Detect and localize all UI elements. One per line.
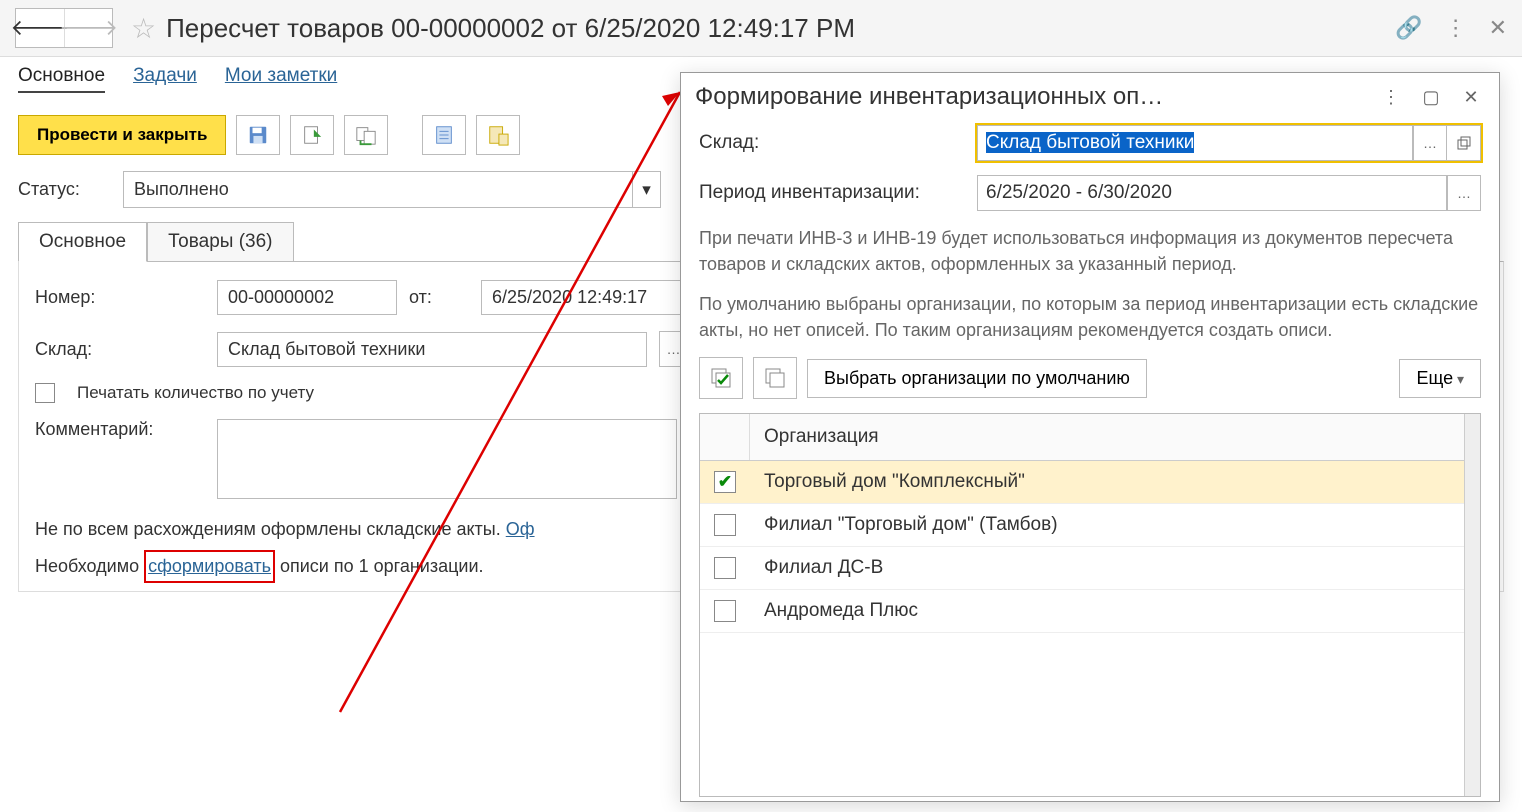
org-name: Филиал "Торговый дом" (Тамбов) (750, 514, 1464, 536)
status-field[interactable]: Выполнено (123, 171, 633, 208)
warehouse-field[interactable]: Склад бытовой техники (217, 332, 647, 367)
org-name: Андромеда Плюс (750, 600, 1464, 622)
warehouse-label: Склад: (35, 339, 205, 360)
popup-period-label: Период инвентаризации: (699, 182, 969, 204)
doc-flow-icon-button[interactable] (344, 115, 388, 155)
table-row[interactable]: Филиал "Торговый дом" (Тамбов) (700, 504, 1464, 547)
vertical-scrollbar[interactable] (1464, 414, 1480, 796)
popup-warehouse-value: Склад бытовой техники (986, 132, 1194, 153)
popup-maximize-icon[interactable]: ▢ (1417, 83, 1445, 111)
kebab-menu-icon[interactable]: ⋮ (1445, 15, 1467, 41)
table-row[interactable]: Андромеда Плюс (700, 590, 1464, 633)
popup-desc-2: По умолчанию выбраны организации, по кот… (699, 291, 1481, 343)
tab-goods[interactable]: Товары (36) (147, 222, 293, 262)
forward-button[interactable]: 🡒 (64, 9, 112, 47)
popup-close-icon[interactable]: ✕ (1457, 83, 1485, 111)
notice-line2-pre: Необходимо (35, 556, 144, 576)
popup-warehouse-open-button[interactable] (1447, 125, 1481, 161)
popup-desc-1: При печати ИНВ-3 и ИНВ-19 будет использо… (699, 225, 1481, 277)
org-table-header: Организация (700, 414, 1464, 461)
number-field[interactable]: 00-00000002 (217, 280, 397, 315)
nav-tasks[interactable]: Задачи (133, 65, 197, 87)
popup-warehouse-select-button[interactable]: … (1413, 125, 1447, 161)
back-button[interactable]: 🡐 (16, 9, 64, 47)
number-label: Номер: (35, 287, 205, 308)
nav-main[interactable]: Основное (18, 65, 105, 93)
check-all-button[interactable] (699, 357, 743, 399)
date-label: от: (409, 287, 469, 308)
comment-label: Комментарий: (35, 419, 205, 440)
uncheck-all-button[interactable] (753, 357, 797, 399)
close-icon[interactable]: ✕ (1489, 15, 1507, 41)
org-name: Филиал ДС-В (750, 557, 1464, 579)
notice-line1: Не по всем расхождениям оформлены складс… (35, 519, 506, 539)
warehouse-doc-icon-button[interactable] (476, 115, 520, 155)
status-dropdown-button[interactable]: ▾ (633, 171, 661, 208)
status-label: Статус: (18, 179, 113, 200)
popup-period-select-button[interactable]: … (1447, 175, 1481, 211)
popup-toolbar: Выбрать организации по умолчанию Еще (699, 357, 1481, 399)
popup-kebab-icon[interactable]: ⋮ (1377, 83, 1405, 111)
form-link[interactable]: сформировать (148, 556, 271, 576)
favorite-star-icon[interactable]: ☆ (131, 12, 156, 45)
page-title: Пересчет товаров 00-00000002 от 6/25/202… (166, 13, 1395, 44)
popup-title: Формирование инвентаризационных оп… (695, 83, 1365, 111)
table-row[interactable]: ✔ Торговый дом "Комплексный" (700, 461, 1464, 504)
nav-notes[interactable]: Мои заметки (225, 65, 337, 87)
select-default-orgs-button[interactable]: Выбрать организации по умолчанию (807, 359, 1147, 398)
print-qty-label: Печатать количество по учету (77, 383, 314, 403)
popup-header: Формирование инвентаризационных оп… ⋮ ▢ … (681, 73, 1499, 121)
popup-warehouse-field[interactable]: Склад бытовой техники (977, 125, 1413, 161)
table-row[interactable]: Филиал ДС-В (700, 547, 1464, 590)
popup-period-field[interactable]: 6/25/2020 - 6/30/2020 (977, 175, 1447, 211)
comment-textarea[interactable] (217, 419, 677, 499)
org-checkbox[interactable] (714, 600, 736, 622)
org-name: Торговый дом "Комплексный" (750, 471, 1464, 493)
org-checkbox[interactable]: ✔ (714, 471, 736, 493)
titlebar: 🡐 🡒 ☆ Пересчет товаров 00-00000002 от 6/… (0, 0, 1522, 57)
notice-line1-link[interactable]: Оф (506, 519, 535, 539)
save-icon-button[interactable] (236, 115, 280, 155)
nav-buttons: 🡐 🡒 (15, 8, 113, 48)
more-button[interactable]: Еще (1399, 359, 1481, 398)
link-icon[interactable]: 🔗 (1395, 15, 1422, 41)
notice-line2-post: описи по 1 организации. (275, 556, 484, 576)
org-checkbox[interactable] (714, 514, 736, 536)
org-column-header: Организация (750, 414, 1464, 460)
org-table: Организация ✔ Торговый дом "Комплексный" Ф… (699, 413, 1481, 797)
post-icon-button[interactable] (290, 115, 334, 155)
print-qty-checkbox[interactable] (35, 383, 55, 403)
org-checkbox[interactable] (714, 557, 736, 579)
inventory-lists-popup: Формирование инвентаризационных оп… ⋮ ▢ … (680, 72, 1500, 802)
post-and-close-button[interactable]: Провести и закрыть (18, 115, 226, 155)
report-icon-button[interactable] (422, 115, 466, 155)
tab-main[interactable]: Основное (18, 222, 147, 262)
popup-warehouse-label: Склад: (699, 132, 969, 154)
